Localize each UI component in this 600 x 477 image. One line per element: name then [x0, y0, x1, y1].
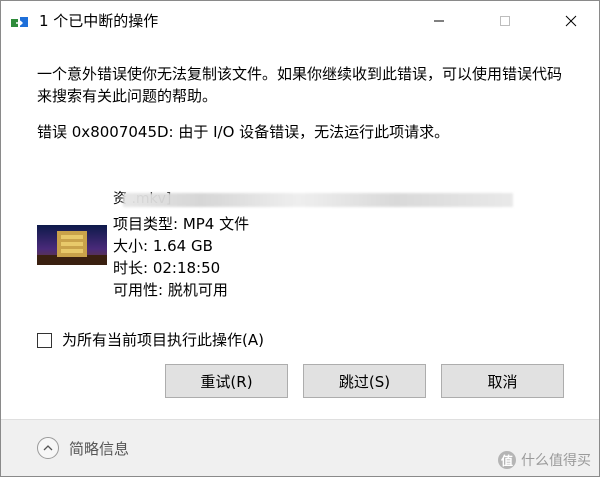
- apply-to-all-option[interactable]: 为所有当前项目执行此操作(A): [37, 330, 264, 350]
- video-thumbnail: [37, 225, 107, 265]
- blurred-filename-overlay: [123, 193, 513, 207]
- file-duration: 时长: 02:18:50: [113, 259, 221, 277]
- minimize-icon: [434, 20, 444, 22]
- dialog-footer: 简略信息 值 什么值得买: [1, 419, 599, 476]
- apply-to-all-checkbox[interactable]: [37, 332, 52, 348]
- maximize-button[interactable]: [482, 1, 528, 41]
- error-description: 一个意外错误使你无法复制该文件。如果你继续收到此错误，可以使用错误代码来搜索有关…: [37, 65, 563, 105]
- file-copy-icon: [11, 15, 29, 29]
- copy-error-dialog: 1 个已中断的操作 一个意外错误使你无法复制该文件。如果你继续收到此错误，可以使…: [0, 0, 600, 477]
- title-bar: 1 个已中断的操作: [1, 1, 599, 41]
- chevron-up-icon: [37, 437, 59, 459]
- error-code-line: 错误 0x8007045D: 由于 I/O 设备错误，无法运行此项请求。: [37, 123, 450, 141]
- file-availability: 可用性: 脱机可用: [113, 281, 228, 299]
- close-button[interactable]: [548, 1, 594, 41]
- watermark-logo-icon: 值: [498, 451, 516, 469]
- watermark-text: 什么值得买: [521, 453, 591, 469]
- watermark: 值 什么值得买: [498, 450, 591, 470]
- fewer-details-toggle[interactable]: 简略信息: [37, 437, 129, 459]
- window-title: 1 个已中断的操作: [39, 12, 159, 30]
- file-type: 项目类型: MP4 文件: [113, 215, 250, 233]
- retry-button[interactable]: 重试(R): [165, 364, 288, 398]
- minimize-button[interactable]: [416, 1, 462, 41]
- fewer-details-label: 简略信息: [69, 439, 130, 458]
- cancel-button[interactable]: 取消: [441, 364, 564, 398]
- skip-button[interactable]: 跳过(S): [303, 364, 426, 398]
- file-size: 大小: 1.64 GB: [113, 237, 213, 255]
- maximize-icon: [500, 16, 510, 26]
- close-icon: [565, 15, 577, 27]
- apply-to-all-label[interactable]: 为所有当前项目执行此操作(A): [62, 330, 264, 350]
